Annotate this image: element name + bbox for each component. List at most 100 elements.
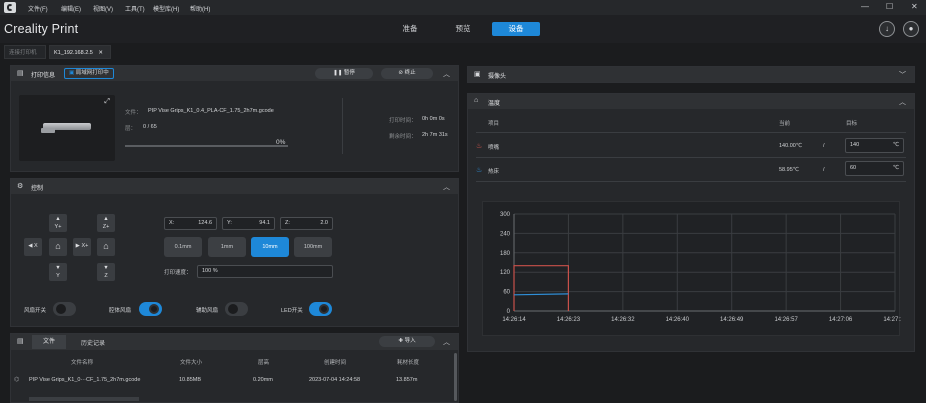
print-speed-field[interactable]: 100 % bbox=[197, 265, 333, 278]
files-panel: ▤ 文件 历史记录 ✚ 导入 ︿ 文件名称 文件大小 层高 创建时间 耗材长度 … bbox=[10, 333, 459, 403]
import-button[interactable]: ✚ 导入 bbox=[379, 336, 435, 347]
menu-view[interactable]: 视图(V) bbox=[93, 4, 113, 13]
jog-x-minus-button[interactable]: ◀ X bbox=[24, 238, 42, 256]
tab-device[interactable]: 设备 bbox=[492, 22, 540, 36]
step-10mm-button[interactable]: 10mm bbox=[251, 237, 289, 257]
aux-fan-toggle-label: 辅助风扇 bbox=[196, 308, 219, 314]
col-layer-height: 层高 bbox=[258, 360, 270, 366]
model-file-icon: ⌬ bbox=[14, 377, 20, 383]
aux-fan-toggle[interactable] bbox=[225, 302, 248, 316]
close-window-button[interactable]: ✕ bbox=[911, 2, 918, 11]
maximize-button[interactable]: ☐ bbox=[886, 2, 893, 11]
jog-x-minus-label: X bbox=[34, 243, 38, 249]
row-file-size: 10.85MB bbox=[179, 377, 202, 383]
pause-button[interactable]: ❚❚ 暂停 bbox=[315, 68, 373, 79]
col-created: 创建时间 bbox=[324, 360, 347, 366]
temperature-chart-frame: 300 240 180 120 60 0 14:26:14 14:26:23 14:26:32 1… bbox=[482, 201, 907, 336]
row-layer-height: 0.20mm bbox=[253, 377, 273, 383]
x-tick-label: 14:26:14 bbox=[502, 317, 526, 323]
close-tab-icon[interactable]: ✕ bbox=[98, 50, 103, 56]
x-position-field[interactable]: X: 124.6 bbox=[164, 217, 217, 230]
jog-z-plus-label: Z+ bbox=[102, 224, 110, 230]
step-100mm-button[interactable]: 100mm bbox=[294, 237, 332, 257]
jog-y-plus-button[interactable]: ▲ Y+ bbox=[49, 214, 67, 232]
home-xy-button[interactable]: ⌂ bbox=[49, 238, 67, 256]
jog-z-minus-button[interactable]: ▼ Z bbox=[97, 263, 115, 281]
print-info-header: ▤ 打印信息 ▣ 局域网打印中 ❚❚ 暂停 ⊘ 终止 ︿ bbox=[11, 66, 458, 81]
toggle-knob bbox=[228, 304, 238, 314]
table-row[interactable]: ⌬ PIP Vise Grips_K1_0⋯CF_1.75_2h7m.gcode… bbox=[11, 372, 458, 389]
stop-button[interactable]: ⊘ 终止 bbox=[381, 68, 433, 79]
account-button[interactable]: ● bbox=[903, 21, 919, 37]
y-tick-label: 60 bbox=[503, 290, 510, 296]
nozzle-target-value: 140 bbox=[850, 142, 860, 148]
step-0.1mm-button[interactable]: 0.1mm bbox=[164, 237, 202, 257]
bed-unit: ℃ bbox=[892, 165, 899, 171]
arrow-right-icon: ▶ bbox=[75, 243, 80, 249]
menu-help[interactable]: 帮助(H) bbox=[190, 4, 210, 13]
tab-preview[interactable]: 预览 bbox=[439, 22, 487, 36]
files-scrollbar[interactable] bbox=[454, 353, 457, 401]
title-bar: 准备 预览 设备 ↓ ● bbox=[0, 15, 926, 43]
row-file-name: PIP Vise Grips_K1_0⋯CF_1.75_2h7m.gcode bbox=[29, 377, 141, 383]
jog-x-plus-button[interactable]: ▶ X+ bbox=[73, 238, 91, 256]
x-tick-label: 14:26:32 bbox=[611, 317, 635, 323]
row-divider bbox=[476, 132, 906, 133]
home-icon: ⌂ bbox=[55, 241, 61, 251]
menu-model-library[interactable]: 模型库(H) bbox=[153, 4, 179, 13]
tab-history[interactable]: 历史记录 bbox=[81, 338, 105, 347]
device-tab-k1[interactable]: K1_192.168.2.5 ✕ bbox=[49, 45, 111, 59]
print-info-title: 打印信息 bbox=[31, 73, 56, 79]
jog-z-minus-label: Z bbox=[104, 273, 108, 279]
y-position-field[interactable]: Y: 94.1 bbox=[222, 217, 275, 230]
download-icon: ↓ bbox=[885, 24, 889, 33]
import-label: 导入 bbox=[404, 338, 416, 344]
lan-badge-label: 局域网打印中 bbox=[75, 70, 109, 76]
jog-y-minus-button[interactable]: ▼ Y bbox=[49, 263, 67, 281]
camera-panel: ▣ 摄像头 ﹀ bbox=[467, 66, 915, 83]
bed-target-input[interactable]: 60 ℃ bbox=[845, 161, 904, 176]
toggle-knob bbox=[149, 304, 159, 314]
menu-tools[interactable]: 工具(T) bbox=[125, 4, 145, 13]
menu-bar: 文件(F) 编辑(E) 视图(V) 工具(T) 模型库(H) 帮助(H) — ☐… bbox=[0, 0, 926, 15]
expand-camera-icon[interactable]: ﹀ bbox=[899, 70, 906, 80]
download-button[interactable]: ↓ bbox=[879, 21, 895, 37]
nozzle-target-input[interactable]: 140 ℃ bbox=[845, 138, 904, 153]
collapse-temperature-icon[interactable]: ︿ bbox=[899, 97, 906, 107]
collapse-print-info-icon[interactable]: ︿ bbox=[443, 69, 450, 79]
printer-icon: ▤ bbox=[17, 70, 24, 77]
home-icon: ⌂ bbox=[103, 241, 109, 251]
collapse-control-icon[interactable]: ︿ bbox=[443, 182, 450, 192]
tab-files[interactable]: 文件 bbox=[32, 335, 66, 349]
jog-y-minus-label: Y bbox=[56, 273, 60, 279]
expand-icon[interactable]: ⤢ bbox=[104, 98, 110, 106]
nozzle-unit: ℃ bbox=[892, 142, 899, 148]
jog-z-plus-button[interactable]: ▲ Z+ bbox=[97, 214, 115, 232]
file-label: 文件： bbox=[125, 110, 142, 116]
col-file-size: 文件大小 bbox=[180, 360, 203, 366]
chamber-fan-toggle[interactable] bbox=[139, 302, 162, 316]
fan-toggle-label: 风扇开关 bbox=[24, 308, 47, 314]
table-row[interactable] bbox=[11, 391, 458, 403]
lan-icon: ▣ bbox=[69, 70, 76, 76]
collapse-files-icon[interactable]: ︿ bbox=[443, 337, 450, 347]
col-current: 当前 bbox=[779, 121, 791, 127]
x-tick-label: 14:27:06 bbox=[829, 317, 853, 323]
temperature-panel: ⌂ 温度 ︿ 项目 当前 目标 ♨ 喷嘴 140.00℃ / 140 ℃ ♨ 热床… bbox=[467, 93, 915, 352]
minimize-button[interactable]: — bbox=[861, 2, 869, 11]
menu-file[interactable]: 文件(F) bbox=[28, 4, 48, 13]
home-z-button[interactable]: ⌂ bbox=[97, 238, 115, 256]
y-tick-label: 240 bbox=[500, 231, 511, 237]
stop-label: 终止 bbox=[404, 70, 416, 76]
z-position-field[interactable]: Z: 2.0 bbox=[280, 217, 333, 230]
tab-prepare[interactable]: 准备 bbox=[386, 22, 434, 36]
step-1mm-button[interactable]: 1mm bbox=[208, 237, 246, 257]
layer-label: 层： bbox=[125, 126, 137, 132]
fan-toggle[interactable] bbox=[53, 302, 76, 316]
lan-printing-badge: ▣ 局域网打印中 bbox=[64, 68, 114, 79]
user-icon: ● bbox=[908, 24, 914, 33]
menu-edit[interactable]: 编辑(E) bbox=[61, 4, 81, 13]
x-label: X: bbox=[169, 220, 175, 226]
device-tab-connect[interactable]: 连接打印机 bbox=[4, 45, 46, 59]
led-toggle[interactable] bbox=[309, 302, 332, 316]
